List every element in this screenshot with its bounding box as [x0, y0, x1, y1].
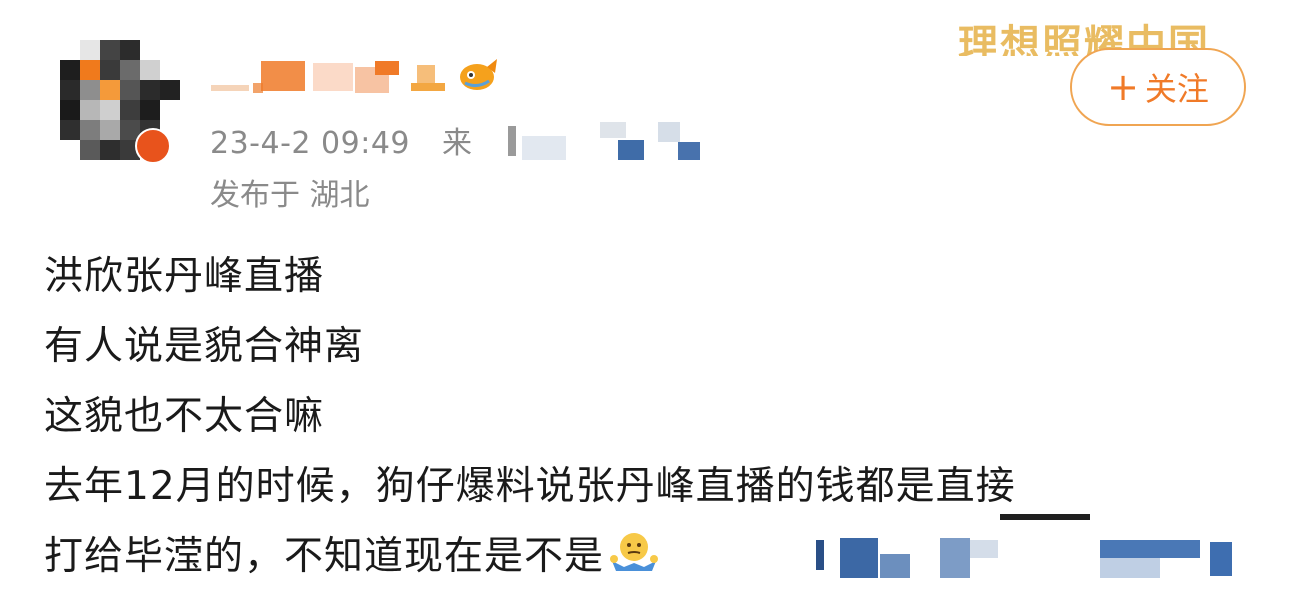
post-timestamp: 23-4-2 09:49 [210, 126, 410, 161]
fan-badge-icon [460, 59, 497, 90]
post-line: 有人说是貌合神离 [44, 324, 365, 369]
post-line-text: 打给毕滢的，不知道现在是不是 [44, 534, 605, 579]
verified-badge-icon [135, 128, 171, 164]
follow-button[interactable]: + 关注 [1070, 48, 1246, 126]
source-link[interactable] [508, 122, 708, 162]
post-location: 发布于 湖北 [210, 178, 370, 213]
blurred-link[interactable] [800, 510, 1260, 583]
plus-icon: + [1107, 65, 1139, 109]
shrug-emoji-icon [610, 533, 659, 571]
post-line: 这貌也不太合嘛 [44, 394, 325, 439]
follow-label: 关注 [1144, 70, 1209, 108]
source-prefix: 来 [442, 126, 473, 161]
username[interactable] [205, 55, 505, 95]
post-line: 洪欣张丹峰直播 [44, 254, 325, 299]
post-meta: 23-4-2 09:49 来 [210, 118, 473, 162]
